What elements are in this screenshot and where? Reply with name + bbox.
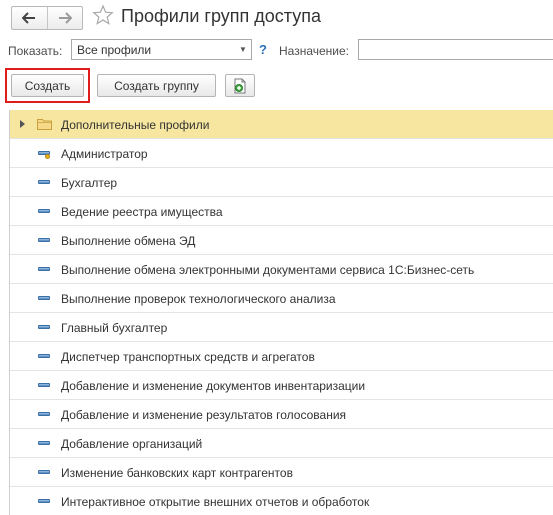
- list-item[interactable]: Добавление и изменение документов инвент…: [10, 371, 553, 400]
- show-filter-value: Все профили: [77, 43, 152, 57]
- navigation-buttons: [11, 6, 83, 30]
- star-icon[interactable]: [92, 4, 114, 26]
- profile-icon: [38, 499, 50, 503]
- profile-icon: [38, 238, 50, 242]
- list-item[interactable]: Диспетчер транспортных средств и агрегат…: [10, 342, 553, 371]
- profile-icon: [38, 412, 50, 416]
- arrow-left-icon: [22, 12, 36, 24]
- list-item[interactable]: Выполнение обмена электронными документа…: [10, 255, 553, 284]
- list-item-label: Изменение банковских карт контрагентов: [61, 466, 293, 480]
- list-item-label: Интерактивное открытие внешних отчетов и…: [61, 495, 370, 509]
- arrow-right-icon: [58, 12, 72, 24]
- profile-icon: [38, 470, 50, 474]
- list-item-label: Выполнение проверок технологического ана…: [61, 292, 336, 306]
- list-item-label: Выполнение обмена ЭД: [61, 234, 196, 248]
- list-item-label: Диспетчер транспортных средств и агрегат…: [61, 350, 315, 364]
- profile-icon: [38, 383, 50, 387]
- list-item[interactable]: Добавление организаций: [10, 429, 553, 458]
- profile-icon: [38, 441, 50, 445]
- toolbar: Создать Создать группу: [0, 68, 553, 104]
- list-item-additional-profiles[interactable]: Дополнительные профили: [10, 110, 553, 139]
- profile-icon: [38, 325, 50, 329]
- list-item-label: Добавление организаций: [61, 437, 203, 451]
- forward-button[interactable]: [46, 7, 83, 29]
- list-item[interactable]: Интерактивное открытие внешних отчетов и…: [10, 487, 553, 515]
- create-button[interactable]: Создать: [11, 74, 84, 97]
- list-item-administrator[interactable]: Администратор: [10, 139, 553, 168]
- list-item-label: Главный бухгалтер: [61, 321, 168, 335]
- list-item[interactable]: Ведение реестра имущества: [10, 197, 553, 226]
- list-item-label: Добавление и изменение документов инвент…: [61, 379, 366, 393]
- page-title: Профили групп доступа: [121, 6, 321, 26]
- chevron-down-icon[interactable]: ▼: [235, 40, 251, 59]
- profile-icon: [38, 180, 50, 184]
- profiles-list: Дополнительные профили Администратор Бух…: [0, 110, 553, 515]
- list-item[interactable]: Изменение банковских карт контрагентов: [10, 458, 553, 487]
- list-item[interactable]: Бухгалтер: [10, 168, 553, 197]
- purpose-label: Назначение:: [279, 44, 350, 58]
- copy-document-icon: [234, 78, 246, 93]
- profile-icon: [38, 209, 50, 213]
- help-icon[interactable]: ?: [259, 42, 267, 57]
- title-bar: Профили групп доступа: [0, 0, 553, 36]
- filter-row: Показать: Все профили ▼ ? Назначение:: [0, 38, 553, 64]
- list-item[interactable]: Добавление и изменение результатов голос…: [10, 400, 553, 429]
- list-item-label: Администратор: [61, 147, 148, 161]
- admin-badge-icon: [45, 154, 50, 159]
- copy-button[interactable]: [225, 74, 255, 97]
- profile-icon: [38, 267, 50, 271]
- list-item[interactable]: Главный бухгалтер: [10, 313, 553, 342]
- list-item[interactable]: Выполнение обмена ЭД: [10, 226, 553, 255]
- expand-arrow-icon[interactable]: [20, 120, 25, 128]
- show-label: Показать:: [8, 44, 63, 58]
- purpose-field[interactable]: [358, 39, 553, 60]
- show-filter-select[interactable]: Все профили ▼: [71, 39, 252, 60]
- list-item-label: Ведение реестра имущества: [61, 205, 223, 219]
- back-button[interactable]: [12, 7, 47, 29]
- profile-icon: [38, 296, 50, 300]
- profile-icon: [38, 354, 50, 358]
- create-group-button[interactable]: Создать группу: [97, 74, 216, 97]
- list-item-label: Добавление и изменение результатов голос…: [61, 408, 347, 422]
- list-item[interactable]: Выполнение проверок технологического ана…: [10, 284, 553, 313]
- list-item-label: Выполнение обмена электронными документа…: [61, 263, 475, 277]
- list-item-label: Дополнительные профили: [61, 118, 210, 132]
- list-item-label: Бухгалтер: [61, 176, 118, 190]
- folder-icon: [37, 119, 52, 130]
